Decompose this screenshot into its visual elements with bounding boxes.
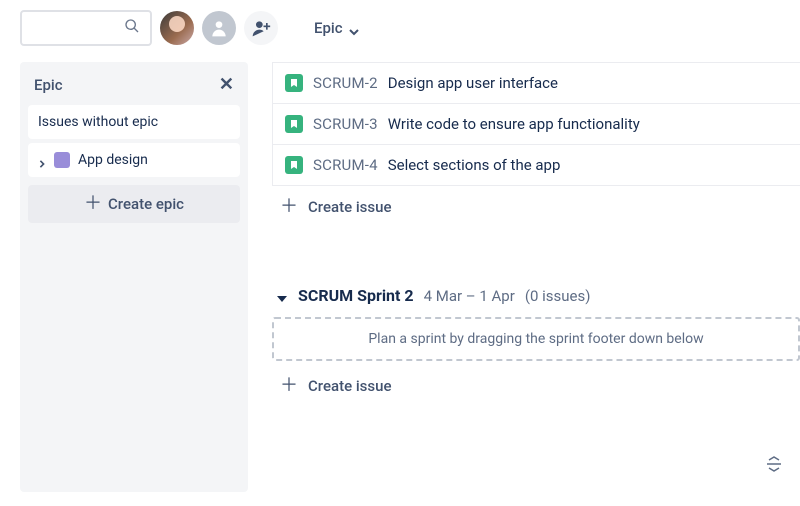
sprint-dropzone[interactable]: Plan a sprint by dragging the sprint foo… [272, 317, 800, 361]
sprint-header[interactable]: SCRUM Sprint 2 4 Mar – 1 Apr (0 issues) [272, 284, 800, 313]
issue-row[interactable]: SCRUM-3 Write code to ensure app functio… [272, 104, 800, 145]
epic-filter-label: Epic [314, 19, 343, 37]
issue-key: SCRUM-2 [313, 74, 378, 92]
sprint-name: SCRUM Sprint 2 [298, 286, 414, 305]
issue-row[interactable]: SCRUM-2 Design app user interface [272, 62, 800, 104]
chevron-right-icon [38, 156, 46, 164]
avatar-unassigned[interactable] [202, 11, 236, 45]
backlog-area: SCRUM-2 Design app user interface SCRUM-… [272, 62, 800, 492]
close-icon[interactable]: ✕ [219, 74, 234, 95]
sprint-count: (0 issues) [525, 287, 591, 305]
search-icon [124, 18, 140, 38]
epic-item-label: App design [78, 152, 148, 168]
epic-panel: Epic ✕ Issues without epic App design ＋ … [20, 62, 248, 492]
epic-color-swatch [54, 152, 70, 168]
chevron-down-icon [276, 290, 288, 302]
create-issue-label: Create issue [308, 377, 391, 395]
resize-handle[interactable] [764, 456, 784, 476]
create-epic-label: Create epic [108, 195, 184, 213]
epic-filter-dropdown[interactable]: Epic [314, 19, 359, 37]
create-issue-label: Create issue [308, 198, 391, 216]
story-icon [285, 115, 303, 133]
epic-panel-title: Epic [34, 76, 63, 94]
add-user-button[interactable] [244, 11, 278, 45]
create-epic-button[interactable]: ＋ Create epic [28, 185, 240, 223]
issue-summary: Design app user interface [388, 74, 558, 92]
avatar-user-1[interactable] [160, 11, 194, 45]
toolbar: Epic [0, 0, 800, 56]
issue-summary: Select sections of the app [388, 156, 561, 174]
issue-key: SCRUM-4 [313, 156, 378, 174]
plus-icon: ＋ [280, 377, 298, 395]
story-icon [285, 74, 303, 92]
story-icon [285, 156, 303, 174]
create-issue-button[interactable]: ＋ Create issue [272, 186, 800, 228]
search-input[interactable] [20, 10, 152, 46]
epic-item-no-epic[interactable]: Issues without epic [28, 105, 240, 139]
issue-key: SCRUM-3 [313, 115, 378, 133]
issue-summary: Write code to ensure app functionality [388, 115, 640, 133]
dropzone-text: Plan a sprint by dragging the sprint foo… [368, 331, 703, 347]
epic-item-app-design[interactable]: App design [28, 143, 240, 177]
plus-icon: ＋ [280, 198, 298, 216]
sprint-dates: 4 Mar – 1 Apr [424, 287, 515, 305]
chevron-down-icon [349, 23, 359, 33]
epic-item-label: Issues without epic [38, 114, 158, 130]
issue-row[interactable]: SCRUM-4 Select sections of the app [272, 145, 800, 186]
plus-icon: ＋ [84, 195, 102, 213]
create-issue-button[interactable]: ＋ Create issue [272, 365, 800, 407]
